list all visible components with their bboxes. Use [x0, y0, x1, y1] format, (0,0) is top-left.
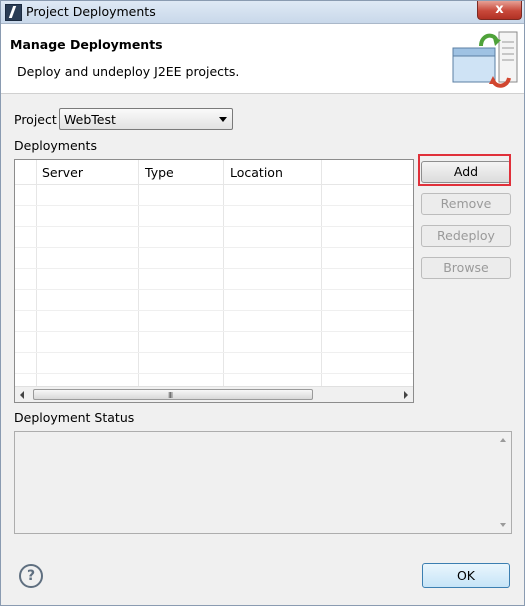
eclipse-app-icon: [5, 4, 22, 21]
scroll-down-arrow-icon[interactable]: [500, 523, 506, 527]
project-label: Project: [14, 112, 57, 127]
remove-button[interactable]: Remove: [421, 193, 511, 215]
scrollbar-thumb[interactable]: III: [33, 389, 313, 400]
table-row: [15, 226, 413, 227]
header-title: Manage Deployments: [10, 37, 163, 52]
column-header-server[interactable]: Server: [42, 165, 83, 180]
ok-button[interactable]: OK: [422, 563, 510, 588]
close-button[interactable]: x: [477, 1, 522, 20]
table-row: [15, 247, 413, 248]
project-deployments-dialog: Project Deployments x Manage Deployments…: [0, 0, 525, 606]
deployments-label: Deployments: [14, 138, 97, 153]
table-row: [15, 205, 413, 206]
scroll-up-arrow-icon[interactable]: [500, 438, 506, 442]
table-row: [15, 331, 413, 332]
browse-button[interactable]: Browse: [421, 257, 511, 279]
title-bar: Project Deployments x: [1, 1, 524, 24]
table-row: [15, 310, 413, 311]
window-title: Project Deployments: [26, 4, 156, 19]
scrollbar-grip: III: [168, 391, 173, 400]
scroll-right-arrow-icon[interactable]: [404, 391, 408, 399]
server-deploy-icon: [452, 31, 518, 88]
horizontal-scrollbar[interactable]: III: [15, 386, 413, 402]
chevron-down-icon[interactable]: [219, 117, 227, 122]
dialog-header: Manage Deployments Deploy and undeploy J…: [1, 24, 524, 94]
column-header-location[interactable]: Location: [230, 165, 283, 180]
add-button-highlight-frame: [418, 154, 511, 186]
project-select-value: WebTest: [64, 112, 116, 127]
table-row: [15, 268, 413, 269]
column-header-type[interactable]: Type: [145, 165, 174, 180]
header-description: Deploy and undeploy J2EE projects.: [17, 64, 240, 79]
scroll-left-arrow-icon[interactable]: [20, 391, 24, 399]
table-row: [15, 352, 413, 353]
table-header: Server Type Location: [15, 160, 413, 185]
table-row: [15, 289, 413, 290]
table-row: [15, 373, 413, 374]
deployment-status-text[interactable]: [14, 431, 512, 534]
deployments-table[interactable]: Server Type Location III: [14, 159, 414, 403]
help-icon[interactable]: ?: [19, 564, 43, 588]
deployment-status-label: Deployment Status: [14, 410, 135, 425]
project-select[interactable]: WebTest: [59, 108, 233, 130]
redeploy-button[interactable]: Redeploy: [421, 225, 511, 247]
